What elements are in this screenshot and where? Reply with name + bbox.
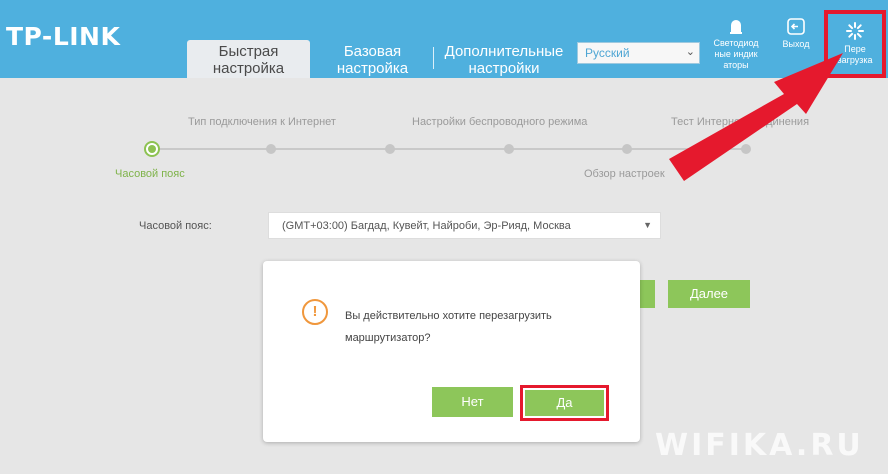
timezone-select[interactable]: (GMT+03:00) Багдад, Кувейт, Найроби, Эр-…: [268, 212, 661, 239]
tab-divider: [433, 47, 434, 69]
dialog-message-line-2: маршрутизатор?: [345, 332, 431, 344]
step-label-connection-type: Тип подключения к Интернет: [188, 116, 336, 128]
step-dot-region: [385, 144, 395, 154]
tab-quick-setup[interactable]: Быстрая настройка: [187, 40, 310, 78]
step-label-timezone: Часовой пояс: [115, 168, 185, 180]
tab-advanced-settings[interactable]: Дополнительные настройки: [438, 40, 570, 78]
yes-button[interactable]: Да: [525, 390, 604, 416]
logout-button[interactable]: Выход: [774, 18, 818, 50]
dialog-message-line-1: Вы действительно хотите перезагрузить: [345, 310, 552, 322]
reboot-icon: [846, 22, 864, 40]
step-dot-connection-type: [266, 144, 276, 154]
reboot-confirm-dialog: ! Вы действительно хотите перезагрузить …: [263, 261, 640, 442]
logout-label: Выход: [782, 39, 810, 49]
next-button[interactable]: Далее: [668, 280, 750, 308]
stepper-line: [152, 148, 746, 150]
top-header: TP-LINK Быстрая настройка Базовая настро…: [0, 0, 888, 78]
language-value: Русский: [585, 46, 630, 60]
led-label-1: Светодиод: [713, 38, 759, 48]
tab-quick-setup-label-1: Быстрая: [218, 43, 279, 60]
led-button[interactable]: Светодиод ные индик аторы: [706, 18, 766, 71]
warning-icon: !: [302, 299, 328, 325]
tab-advanced-label-2: настройки: [468, 60, 540, 77]
tab-basic-setup[interactable]: Базовая настройка: [320, 40, 425, 78]
chevron-down-icon: ⌄: [685, 46, 695, 58]
logout-icon: [787, 18, 805, 35]
step-label-internet-test: Тест Интернет-соединения: [671, 116, 810, 128]
step-label-wireless: Настройки беспроводного режима: [412, 116, 588, 128]
step-dot-timezone: [144, 141, 160, 157]
step-label-summary: Обзор настроек: [584, 168, 665, 180]
timezone-label: Часовой пояс:: [139, 220, 212, 232]
reboot-button[interactable]: Пере загрузка: [824, 10, 886, 78]
tab-advanced-label-1: Дополнительные: [444, 43, 564, 60]
dialog-message: Вы действительно хотите перезагрузить ма…: [345, 305, 615, 349]
no-button[interactable]: Нет: [432, 387, 513, 417]
step-dot-wireless: [504, 144, 514, 154]
reboot-label-2: загрузка: [837, 55, 873, 65]
timezone-value: (GMT+03:00) Багдад, Кувейт, Найроби, Эр-…: [282, 220, 571, 232]
dropdown-arrow-icon: ▼: [643, 220, 652, 230]
tab-basic-setup-label-1: Базовая: [343, 43, 402, 60]
step-dot-internet-test: [741, 144, 751, 154]
led-icon: [730, 20, 742, 34]
tab-quick-setup-label-2: настройка: [212, 60, 285, 77]
language-select[interactable]: Русский ⌄: [577, 42, 700, 64]
tab-basic-setup-label-2: настройка: [336, 60, 409, 77]
led-label-3: аторы: [723, 60, 749, 70]
led-label-2: ные индик: [714, 49, 758, 59]
step-dot-summary: [622, 144, 632, 154]
watermark-logo: WIFIKA.RU: [655, 428, 864, 463]
reboot-label-1: Пере: [844, 44, 866, 54]
tp-link-logo: TP-LINK: [6, 22, 121, 51]
